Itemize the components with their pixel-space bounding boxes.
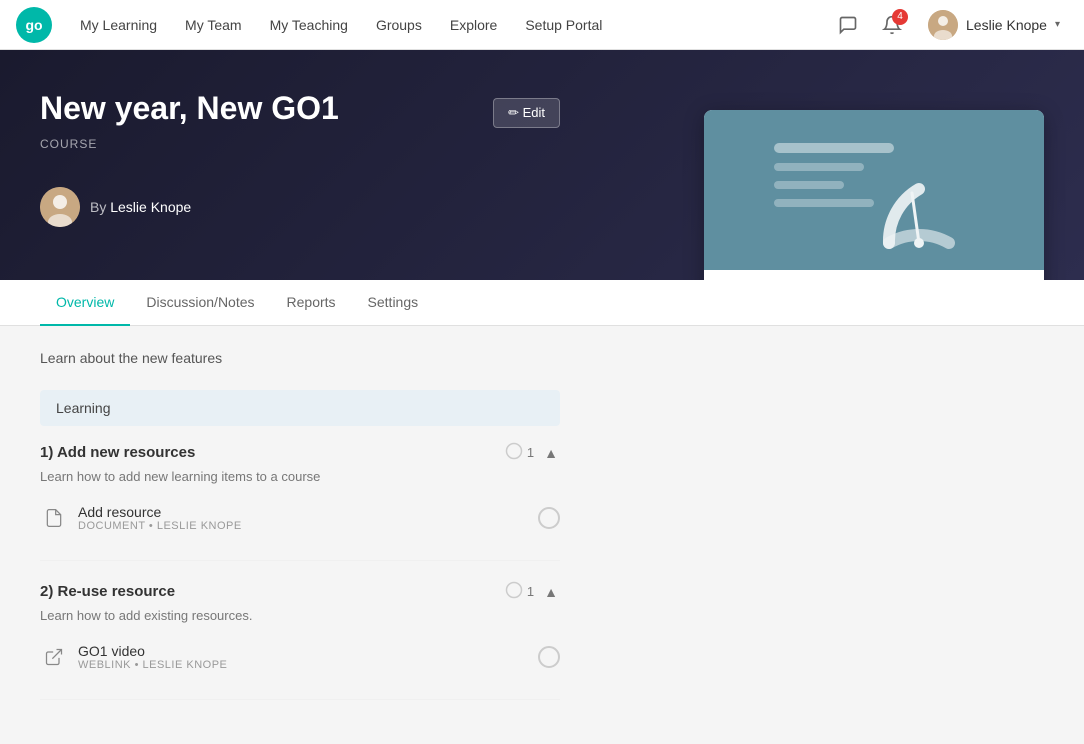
learning-item-2-header: 2) Re-use resource 1 ▲	[40, 581, 560, 602]
resource-row-1: Add resource DOCUMENT • LESLIE KNOPE	[40, 496, 560, 540]
notification-badge: 4	[892, 9, 908, 25]
resource-1-name: Add resource	[78, 504, 242, 520]
user-name-label: Leslie Knope	[966, 17, 1047, 33]
document-icon	[40, 504, 68, 532]
notification-icon-button[interactable]: 4	[876, 9, 908, 41]
card-actions: Share Assign •••	[704, 270, 1044, 280]
learning-item-2-desc: Learn how to add existing resources.	[40, 608, 560, 623]
tab-reports[interactable]: Reports	[271, 280, 352, 326]
nav-item-my-teaching[interactable]: My Teaching	[258, 11, 360, 39]
course-description: Learn about the new features	[40, 350, 560, 366]
course-type-label: COURSE	[40, 137, 339, 151]
resource-1-meta: DOCUMENT • LESLIE KNOPE	[78, 520, 242, 532]
circle-progress-2-icon	[505, 581, 523, 602]
tab-overview[interactable]: Overview	[40, 280, 130, 326]
resource-2-completion-circle	[538, 646, 560, 668]
collapse-item-1-button[interactable]: ▲	[542, 443, 560, 463]
top-navigation: go My Learning My Team My Teaching Group…	[0, 0, 1084, 50]
resource-2-info: GO1 video WEBLINK • LESLIE KNOPE	[78, 643, 227, 671]
user-menu-chevron-icon: ▾	[1055, 19, 1060, 30]
course-title: New year, New GO1	[40, 90, 339, 127]
learning-item-2-controls: 1 ▲	[505, 581, 560, 602]
resource-1-completion-circle	[538, 507, 560, 529]
user-avatar	[928, 10, 958, 40]
edit-button[interactable]: ✏ Edit	[493, 98, 560, 128]
nav-item-groups[interactable]: Groups	[364, 11, 434, 39]
learning-item-2-title: 2) Re-use resource	[40, 583, 175, 600]
resource-left-2: GO1 video WEBLINK • LESLIE KNOPE	[40, 643, 227, 671]
learning-item-1-controls: 1 ▲	[505, 442, 560, 463]
learning-item-1: 1) Add new resources 1 ▲ Learn how to ad…	[40, 442, 560, 561]
main-content: Learn about the new features Learning 1)…	[0, 326, 600, 744]
circle-progress-icon	[505, 442, 523, 463]
course-thumbnail	[704, 110, 1044, 270]
nav-item-my-team[interactable]: My Team	[173, 11, 254, 39]
resource-row-2: GO1 video WEBLINK • LESLIE KNOPE	[40, 635, 560, 679]
nav-links: My Learning My Team My Teaching Groups E…	[68, 11, 832, 39]
learning-item-2: 2) Re-use resource 1 ▲ Learn how to add …	[40, 581, 560, 700]
resource-1-info: Add resource DOCUMENT • LESLIE KNOPE	[78, 504, 242, 532]
learning-section-header: Learning	[40, 390, 560, 426]
learning-item-1-desc: Learn how to add new learning items to a…	[40, 469, 560, 484]
author-name: Leslie Knope	[110, 199, 191, 215]
hero-section: New year, New GO1 COURSE ✏ Edit By Lesli…	[0, 50, 1084, 280]
nav-item-setup-portal[interactable]: Setup Portal	[513, 11, 614, 39]
nav-item-explore[interactable]: Explore	[438, 11, 509, 39]
nav-icons: 4 Leslie Knope ▾	[832, 6, 1068, 44]
tab-discussion[interactable]: Discussion/Notes	[130, 280, 270, 326]
author-text: By Leslie Knope	[90, 199, 191, 215]
learning-item-1-title: 1) Add new resources	[40, 444, 195, 461]
chat-icon-button[interactable]	[832, 9, 864, 41]
app-logo[interactable]: go	[16, 7, 52, 43]
learning-item-1-header: 1) Add new resources 1 ▲	[40, 442, 560, 463]
resource-left-1: Add resource DOCUMENT • LESLIE KNOPE	[40, 504, 242, 532]
tab-bar: Overview Discussion/Notes Reports Settin…	[0, 280, 1084, 326]
author-avatar	[40, 187, 80, 227]
item-1-count: 1	[505, 442, 534, 463]
tab-settings[interactable]: Settings	[352, 280, 435, 326]
resource-2-name: GO1 video	[78, 643, 227, 659]
user-menu-button[interactable]: Leslie Knope ▾	[920, 6, 1068, 44]
nav-item-my-learning[interactable]: My Learning	[68, 11, 169, 39]
course-card: Share Assign ••• 0 assigned	[704, 110, 1044, 280]
item-2-count: 1	[505, 581, 534, 602]
link-icon	[40, 643, 68, 671]
resource-2-meta: WEBLINK • LESLIE KNOPE	[78, 659, 227, 671]
collapse-item-2-button[interactable]: ▲	[542, 582, 560, 602]
